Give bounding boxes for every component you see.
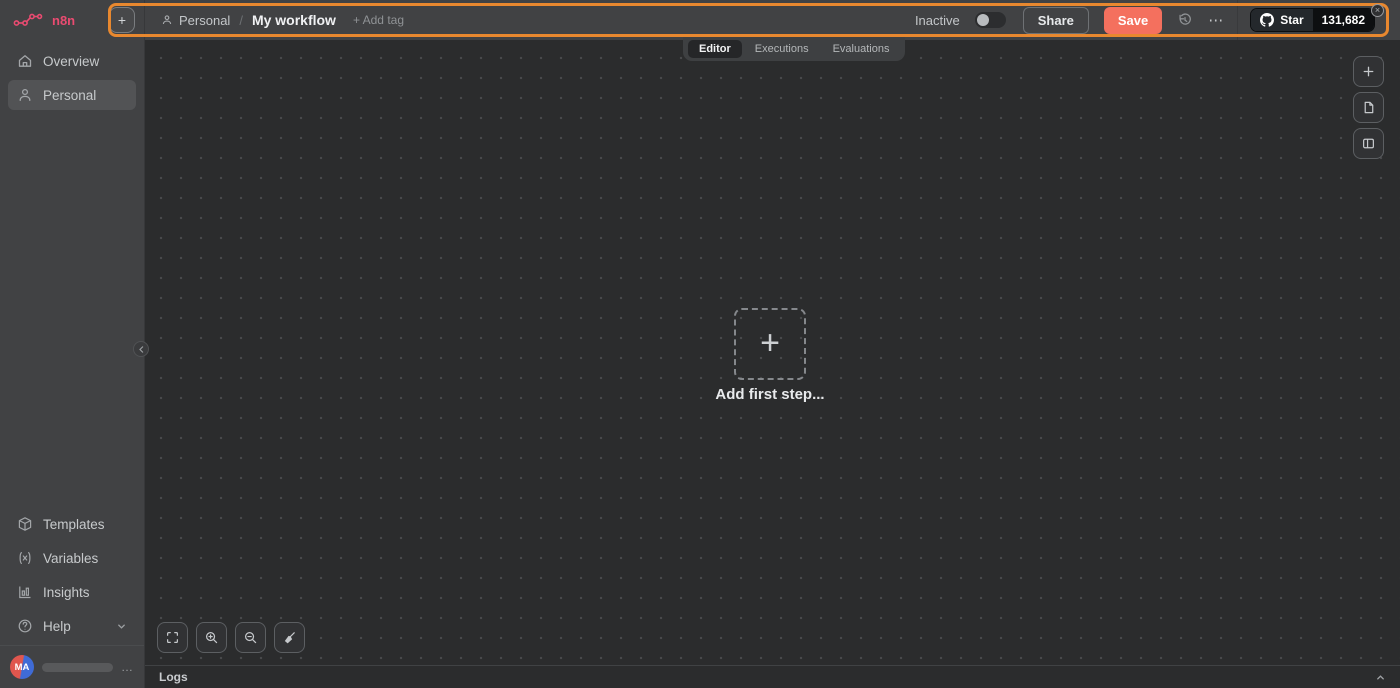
chevron-up-icon[interactable] (1375, 672, 1386, 683)
add-node-button[interactable] (1353, 56, 1384, 87)
plus-icon: + (760, 326, 780, 360)
header-divider (1237, 0, 1238, 40)
sidebar-item-variables[interactable]: Variables (8, 543, 136, 573)
tidy-up-button[interactable] (274, 622, 305, 653)
annotation-close-icon[interactable]: × (1371, 4, 1384, 17)
sidebar-item-label: Templates (43, 517, 105, 532)
breadcrumb: Personal / My workflow + Add tag (161, 12, 404, 28)
sidebar-nav-top: Overview Personal (0, 40, 144, 114)
sidebar-item-label: Insights (43, 585, 90, 600)
sidebar-collapse-button[interactable] (133, 341, 149, 357)
workflow-title[interactable]: My workflow (252, 12, 336, 28)
canvas-right-controls (1353, 56, 1384, 159)
sidebar-item-label: Personal (43, 88, 96, 103)
sidebar: n8n + Overview Personal (0, 0, 145, 688)
active-toggle[interactable] (975, 12, 1006, 28)
logs-label: Logs (159, 670, 188, 684)
sidebar-item-help[interactable]: Help (8, 611, 136, 641)
top-bar-actions: Inactive Share Save ⋯ Star 131,682 (915, 0, 1374, 40)
user-more-button[interactable]: … (121, 660, 134, 674)
user-name-redacted (42, 663, 113, 672)
sidebar-item-overview[interactable]: Overview (8, 46, 136, 76)
help-icon (17, 618, 33, 634)
save-button[interactable]: Save (1104, 7, 1162, 34)
person-icon (161, 14, 173, 26)
sidebar-item-insights[interactable]: Insights (8, 577, 136, 607)
sidebar-item-label: Variables (43, 551, 98, 566)
n8n-workflow-editor: Personal / My workflow + Add tag Inactiv… (0, 0, 1400, 688)
view-tabs: Editor Executions Evaluations (683, 37, 905, 61)
package-icon (17, 516, 33, 532)
history-icon[interactable] (1177, 12, 1193, 28)
tab-executions[interactable]: Executions (744, 40, 820, 58)
toggle-panel-button[interactable] (1353, 128, 1384, 159)
github-star-count: 131,682 (1313, 9, 1374, 31)
github-star-button[interactable]: Star (1251, 9, 1312, 31)
canvas-zoom-controls (157, 622, 305, 653)
github-icon (1260, 13, 1274, 27)
chevron-down-icon (116, 621, 127, 632)
add-first-step-label: Add first step... (694, 386, 846, 403)
zoom-in-button[interactable] (196, 622, 227, 653)
avatar[interactable]: MA (10, 655, 34, 679)
add-tag-button[interactable]: + Add tag (353, 13, 404, 27)
sidebar-header: n8n + (0, 0, 144, 40)
share-button[interactable]: Share (1023, 7, 1089, 34)
sidebar-nav-bottom: Templates Variables Insights Help (0, 503, 144, 645)
add-first-step-button[interactable]: + (734, 308, 806, 380)
breadcrumb-project[interactable]: Personal (161, 13, 230, 28)
tab-evaluations[interactable]: Evaluations (822, 40, 901, 58)
user-menu[interactable]: MA … (0, 645, 144, 688)
sidebar-item-label: Overview (43, 54, 99, 69)
toggle-knob (977, 14, 989, 26)
n8n-logo[interactable]: n8n (13, 12, 75, 28)
variables-icon (17, 550, 33, 566)
brand-name: n8n (52, 13, 75, 28)
zoom-out-button[interactable] (235, 622, 266, 653)
sidebar-item-templates[interactable]: Templates (8, 509, 136, 539)
breadcrumb-project-label: Personal (179, 13, 230, 28)
more-options-button[interactable]: ⋯ (1208, 11, 1224, 29)
user-icon (17, 87, 33, 103)
sidebar-item-personal[interactable]: Personal (8, 80, 136, 110)
workflow-canvas[interactable]: + Add first step... (145, 40, 1400, 665)
github-star-label: Star (1280, 13, 1303, 27)
fit-view-button[interactable] (157, 622, 188, 653)
sidebar-item-label: Help (43, 619, 71, 634)
github-star-widget[interactable]: Star 131,682 (1251, 9, 1374, 31)
add-sticky-note-button[interactable] (1353, 92, 1384, 123)
tab-editor[interactable]: Editor (688, 40, 742, 58)
new-workflow-button[interactable]: + (109, 7, 135, 33)
breadcrumb-separator: / (239, 13, 243, 28)
workflow-status-label: Inactive (915, 13, 960, 28)
top-bar: Personal / My workflow + Add tag Inactiv… (145, 0, 1400, 40)
logs-panel-header[interactable]: Logs (145, 665, 1400, 688)
bar-chart-icon (17, 584, 33, 600)
home-icon (17, 53, 33, 69)
